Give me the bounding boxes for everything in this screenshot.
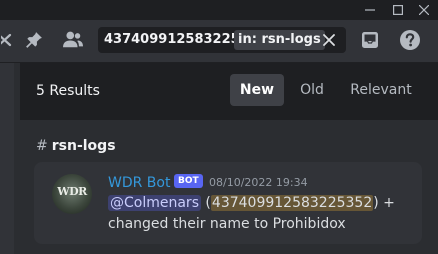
pin-icon xyxy=(26,32,42,48)
results-count: 5 Results xyxy=(36,83,100,99)
message-content-line-2: changed their name to Prohibidox xyxy=(108,216,346,232)
threads-close-button[interactable] xyxy=(0,30,14,50)
search-results-header: 5 Results New Old Relevant xyxy=(20,63,438,120)
result-channel-header[interactable]: # rsn-logs xyxy=(36,136,116,156)
window-close-button[interactable] xyxy=(410,0,438,20)
help-button[interactable] xyxy=(398,28,422,52)
help-icon xyxy=(400,30,420,50)
member-list-button[interactable] xyxy=(60,28,86,52)
search-results-list: # rsn-logs WDR WDR Bot BOT 08/10/2022 19:… xyxy=(20,120,438,254)
search-filter-value: rsn-logs xyxy=(261,32,321,47)
sort-tab-relevant[interactable]: Relevant xyxy=(348,74,414,106)
inbox-icon xyxy=(362,32,378,48)
sort-tab-new[interactable]: New xyxy=(230,74,284,106)
message-timestamp: 08/10/2022 19:34 xyxy=(209,176,308,189)
avatar[interactable]: WDR xyxy=(52,174,92,214)
maximize-button[interactable] xyxy=(384,0,412,20)
user-mention[interactable]: @Colmenars xyxy=(108,195,201,211)
search-result-message[interactable]: WDR WDR Bot BOT 08/10/2022 19:34 @Colmen… xyxy=(34,162,422,244)
message-text-open: ( xyxy=(200,195,211,211)
inbox-button[interactable] xyxy=(358,28,382,52)
search-clear-button[interactable] xyxy=(320,31,338,49)
bot-badge: BOT xyxy=(174,174,203,188)
close-icon xyxy=(1,33,12,47)
maximize-icon xyxy=(393,5,403,15)
members-icon xyxy=(63,31,83,48)
title-bar xyxy=(0,0,438,20)
window-close-icon xyxy=(419,5,429,15)
minimize-icon xyxy=(365,9,375,11)
search-match-highlight: 437409912583225352 xyxy=(210,195,374,211)
avatar-logo-text: WDR xyxy=(57,185,87,198)
minimize-button[interactable] xyxy=(356,0,384,20)
result-channel-name: rsn-logs xyxy=(51,138,116,154)
pinned-messages-button[interactable] xyxy=(22,28,46,52)
hash-icon: # xyxy=(36,138,48,154)
sort-tab-old[interactable]: Old xyxy=(294,74,330,106)
message-content-line-1: @Colmenars (437409912583225352) + xyxy=(108,193,395,213)
search-filter-chip[interactable]: in: rsn-logs xyxy=(234,30,325,50)
search-bar[interactable]: 437409912583225352 in: rsn-logs xyxy=(98,27,346,53)
clear-icon xyxy=(323,34,335,46)
search-filter-key: in: xyxy=(238,32,257,47)
message-author[interactable]: WDR Bot xyxy=(108,174,170,192)
message-text-close: ) + xyxy=(373,195,395,211)
